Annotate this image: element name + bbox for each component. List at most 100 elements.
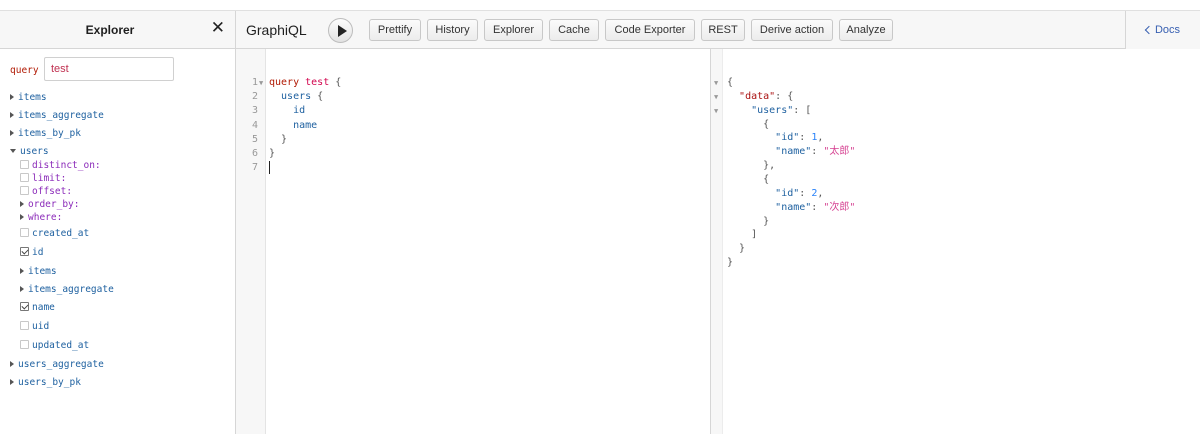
result-token: } <box>727 243 746 255</box>
tree-item-label: id <box>32 247 44 258</box>
tree-item-updated_at[interactable]: updated_at <box>20 339 89 353</box>
tree-item-users_by_pk[interactable]: users_by_pk <box>10 376 81 390</box>
tree-item-label: items_aggregate <box>18 110 104 121</box>
code-line: } <box>269 147 275 161</box>
tree-item-label: uid <box>32 321 50 332</box>
brand-title: GraphiQL <box>246 22 307 38</box>
tree-item-name[interactable]: name <box>20 301 55 315</box>
prettify-button[interactable]: Prettify <box>369 19 421 41</box>
code-exporter-button[interactable]: Code Exporter <box>605 19 695 41</box>
checkbox-checked-icon[interactable] <box>20 247 29 256</box>
caret-right-icon[interactable] <box>20 285 24 292</box>
explorer-button[interactable]: Explorer <box>484 19 543 41</box>
checkbox-icon[interactable] <box>20 160 29 169</box>
checkbox-icon[interactable] <box>20 173 29 182</box>
result-token <box>727 91 739 102</box>
caret-right-icon[interactable] <box>20 200 24 207</box>
result-token: }, <box>727 160 776 172</box>
tree-item-created_at[interactable]: created_at <box>20 227 89 241</box>
fold-arrow-icon[interactable]: ▼ <box>714 90 718 104</box>
tree-item-label: where: <box>28 212 63 223</box>
tree-item-order_by[interactable]: order_by: <box>20 198 79 212</box>
checkbox-checked-icon[interactable] <box>20 302 29 311</box>
caret-right-icon[interactable] <box>10 129 14 136</box>
result-token: } <box>727 215 770 227</box>
result-viewer[interactable]: ▼ ▼ ▼ { "data": { "users": [ { "id": 1, "n… <box>710 49 1200 434</box>
tree-item-label: order_by: <box>28 199 80 210</box>
fold-arrow-icon[interactable]: ▼ <box>714 76 718 90</box>
result-line: "name": "次郎" <box>727 201 855 215</box>
code-line: name <box>269 119 317 133</box>
result-token: : <box>799 187 812 199</box>
explorer-tree: query test items items_aggregate items_by_… <box>0 49 236 434</box>
caret-right-icon[interactable] <box>10 111 14 118</box>
result-token: "data" <box>739 90 776 102</box>
result-line: } <box>727 242 745 256</box>
result-token: : [ <box>793 104 812 116</box>
result-line: } <box>727 256 733 270</box>
history-button[interactable]: History <box>427 19 478 41</box>
derive-action-button[interactable]: Derive action <box>751 19 833 41</box>
caret-right-icon[interactable] <box>10 378 14 385</box>
tree-item-users_aggregate[interactable]: users_aggregate <box>10 358 104 372</box>
tree-item-where[interactable]: where: <box>20 211 62 225</box>
analyze-button[interactable]: Analyze <box>839 19 893 41</box>
result-line: { <box>727 76 733 90</box>
code-token: { <box>311 91 324 103</box>
result-token: : { <box>775 90 794 102</box>
code-line: } <box>269 133 287 147</box>
tree-item-uid[interactable]: uid <box>20 320 49 334</box>
tree-item-items[interactable]: items <box>10 91 47 105</box>
code-line: users { <box>269 90 323 104</box>
query-editor[interactable]: 1 2 3 4 5 6 7 ▼ query test { users { id name }} <box>236 49 710 434</box>
result-token: "次郎" <box>823 201 856 213</box>
tree-item-items_aggregate[interactable]: items_aggregate <box>20 283 114 297</box>
tree-item-items[interactable]: items <box>20 265 57 279</box>
caret-right-icon[interactable] <box>10 360 14 367</box>
code-token: name <box>269 119 318 131</box>
code-token: { <box>329 77 342 88</box>
rest-button[interactable]: REST <box>701 19 745 41</box>
tree-item-label: updated_at <box>32 340 90 351</box>
docs-button[interactable]: Docs <box>1125 11 1200 49</box>
code-token: test <box>305 77 330 88</box>
tree-item-offset[interactable]: offset: <box>20 185 72 199</box>
result-line: "id": 1, <box>727 131 823 145</box>
checkbox-icon[interactable] <box>20 186 29 195</box>
tree-item-items_aggregate[interactable]: items_aggregate <box>10 109 104 123</box>
line-number: 6 <box>251 148 258 159</box>
tree-item-label: name <box>32 302 55 313</box>
query-name-input[interactable]: test <box>44 57 174 81</box>
result-token: : <box>811 201 824 213</box>
tree-item-users[interactable]: users <box>10 145 49 159</box>
caret-down-icon[interactable] <box>10 148 16 153</box>
tree-item-label: distinct_on: <box>32 160 101 171</box>
code-token: query <box>269 77 300 88</box>
play-icon <box>338 25 347 37</box>
tree-item-id[interactable]: id <box>20 246 43 260</box>
result-token: "太郎" <box>823 146 856 158</box>
caret-right-icon[interactable] <box>20 267 24 274</box>
tree-item-distinct_on[interactable]: distinct_on: <box>20 159 101 173</box>
checkbox-icon[interactable] <box>20 321 29 330</box>
caret-right-icon[interactable] <box>10 93 14 100</box>
caret-right-icon[interactable] <box>20 213 24 220</box>
tree-item-limit[interactable]: limit: <box>20 172 66 186</box>
explorer-title: Explorer <box>85 23 135 37</box>
result-line: "id": 2, <box>727 187 823 201</box>
line-number: 3 <box>251 105 258 117</box>
checkbox-icon[interactable] <box>20 340 29 349</box>
execute-query-button[interactable] <box>328 18 353 43</box>
fold-arrow-icon[interactable]: ▼ <box>259 76 263 90</box>
tree-item-items_by_pk[interactable]: items_by_pk <box>10 127 81 141</box>
cache-button[interactable]: Cache <box>549 19 599 41</box>
line-number-gutter: 1 2 3 4 5 6 7 ▼ <box>236 49 266 434</box>
close-icon[interactable]: ✕ <box>211 19 225 37</box>
code-token: } <box>269 133 288 145</box>
checkbox-icon[interactable] <box>20 228 29 237</box>
result-token: { <box>727 77 734 88</box>
result-token: : <box>799 132 812 144</box>
fold-arrow-icon[interactable]: ▼ <box>714 104 718 118</box>
result-token: "name" <box>775 201 812 213</box>
result-line: "users": [ <box>727 104 811 118</box>
